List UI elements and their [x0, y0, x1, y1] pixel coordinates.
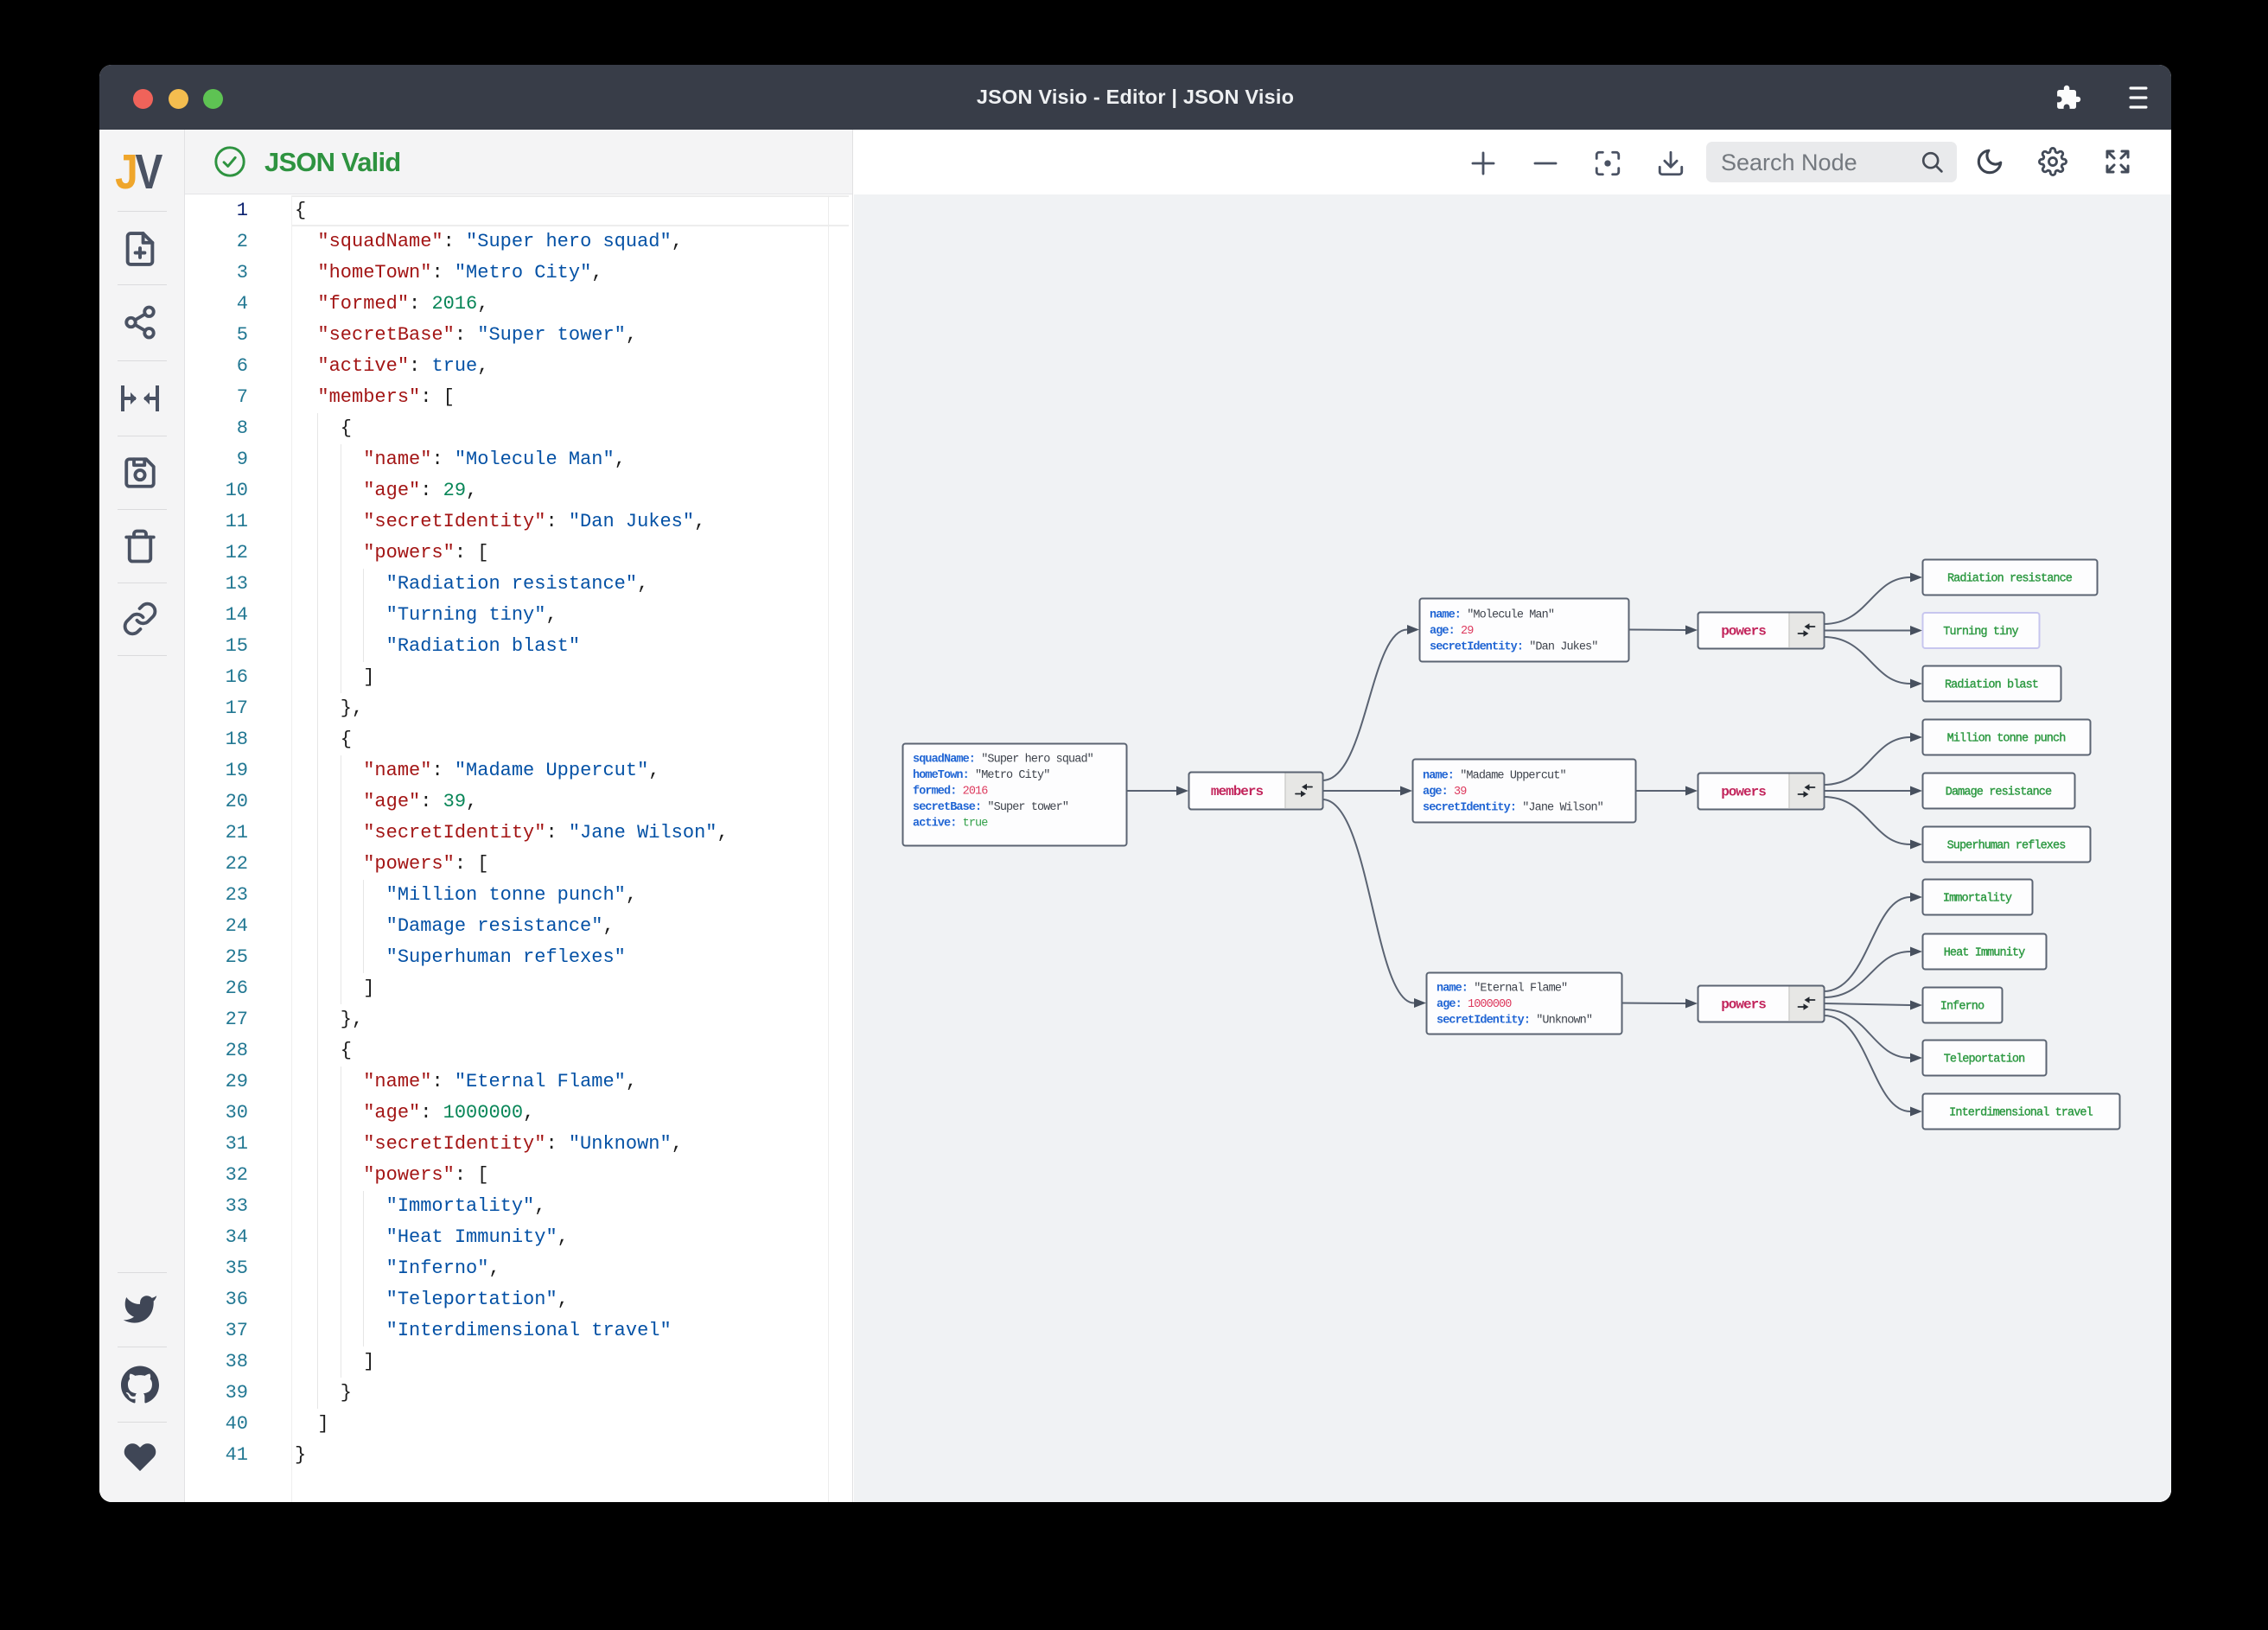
svg-text:name: "Madame Uppercut": name: "Madame Uppercut" [1423, 769, 1566, 782]
svg-text:Damage resistance: Damage resistance [1946, 786, 2052, 799]
svg-text:powers: powers [1721, 785, 1766, 800]
svg-text:Inferno: Inferno [1940, 1001, 1984, 1014]
svg-text:name: "Molecule Man": name: "Molecule Man" [1430, 608, 1554, 621]
svg-text:name: "Eternal Flame": name: "Eternal Flame" [1437, 982, 1567, 995]
svg-text:Heat Immunity: Heat Immunity [1944, 947, 2025, 960]
svg-text:homeTown: "Metro City": homeTown: "Metro City" [913, 769, 1049, 782]
svg-text:secretIdentity: "Dan Jukes": secretIdentity: "Dan Jukes" [1430, 641, 1597, 654]
svg-text:powers: powers [1721, 624, 1766, 640]
svg-text:powers: powers [1721, 997, 1766, 1013]
svg-text:secretIdentity: "Unknown": secretIdentity: "Unknown" [1437, 1015, 1592, 1028]
svg-text:age: 39: age: 39 [1423, 786, 1467, 799]
svg-text:members: members [1211, 784, 1264, 799]
svg-text:squadName: "Super hero squad": squadName: "Super hero squad" [913, 753, 1093, 766]
svg-text:Interdimensional travel: Interdimensional travel [1949, 1107, 2093, 1120]
svg-text:formed: 2016: formed: 2016 [913, 786, 988, 799]
svg-text:Million tonne punch: Million tonne punch [1947, 733, 2066, 746]
svg-text:age: 29: age: 29 [1430, 625, 1474, 638]
svg-text:active: true: active: true [913, 818, 988, 831]
svg-text:Teleportation: Teleportation [1944, 1054, 2025, 1067]
svg-text:Superhuman reflexes: Superhuman reflexes [1947, 840, 2066, 853]
svg-text:secretBase: "Super tower": secretBase: "Super tower" [913, 801, 1068, 814]
svg-text:secretIdentity: "Jane Wilson": secretIdentity: "Jane Wilson" [1423, 802, 1603, 815]
svg-text:Radiation blast: Radiation blast [1945, 679, 2038, 692]
svg-text:Radiation resistance: Radiation resistance [1947, 573, 2073, 586]
svg-text:Immortality: Immortality [1943, 893, 2012, 906]
svg-text:Turning tiny: Turning tiny [1943, 626, 2018, 639]
svg-text:age: 1000000: age: 1000000 [1437, 998, 1512, 1011]
